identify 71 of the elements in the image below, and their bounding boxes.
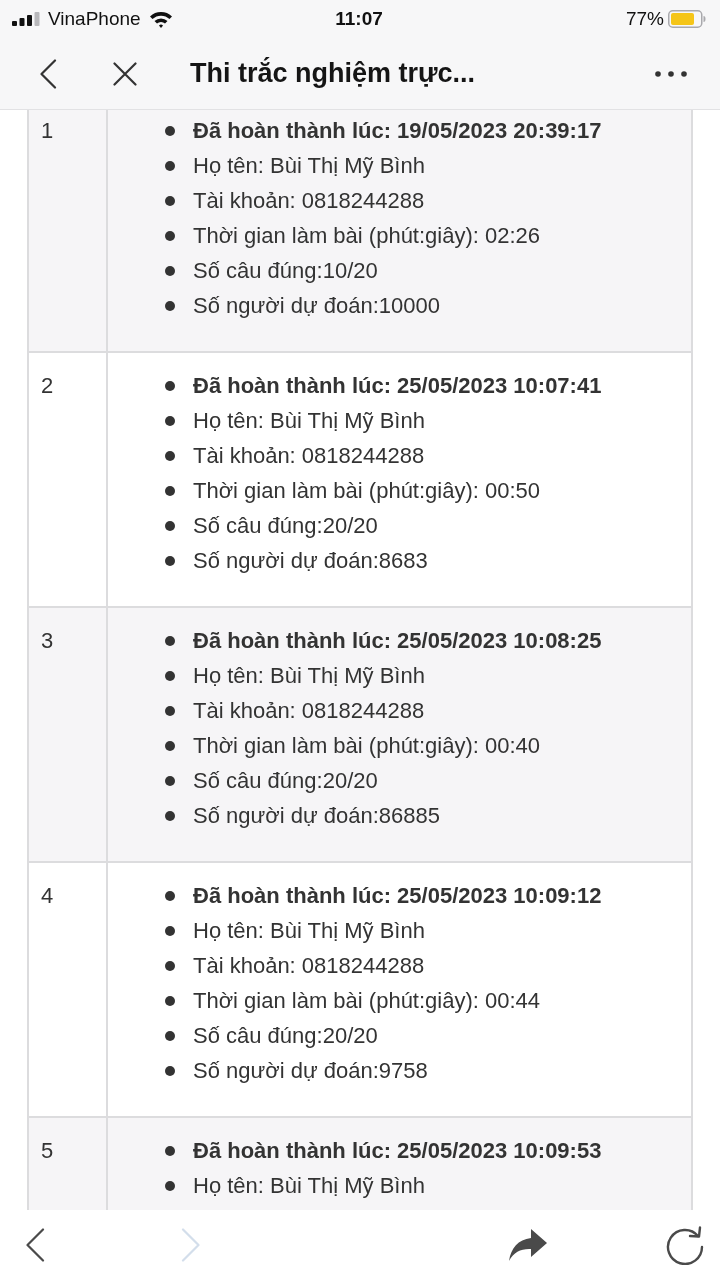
detail-text: Tài khoản: 0818244288 — [193, 442, 425, 470]
row-number: 1 — [28, 110, 107, 352]
bullet-icon — [165, 555, 175, 566]
detail-text: Họ tên: Bùi Thị Mỹ Bình — [193, 152, 425, 180]
detail-text: Họ tên: Bùi Thị Mỹ Bình — [193, 1172, 425, 1200]
detail-text: Họ tên: Bùi Thị Mỹ Bình — [193, 662, 425, 690]
page-title: Thi trắc nghiệm trực... — [190, 56, 476, 91]
detail-text: Tài khoản: 0818244288 — [193, 697, 425, 725]
close-icon — [113, 61, 137, 86]
row-number: 3 — [28, 607, 107, 862]
detail-text: Số người dự đoán:9758 — [193, 1057, 428, 1085]
completion-time: Đã hoàn thành lúc: 25/05/2023 10:08:25 — [193, 627, 602, 655]
detail-text: Số người dự đoán:86885 — [193, 802, 440, 830]
detail-text: Số câu đúng:20/20 — [193, 767, 378, 795]
row-number: 2 — [28, 352, 107, 607]
battery-icon — [668, 10, 706, 28]
detail-text: Họ tên: Bùi Thị Mỹ Bình — [193, 407, 425, 435]
completion-time: Đã hoàn thành lúc: 25/05/2023 10:07:41 — [193, 372, 602, 400]
detail-text: Số câu đúng:20/20 — [193, 1022, 378, 1050]
chevron-right-icon — [181, 1228, 201, 1262]
completion-time: Đã hoàn thành lúc: 19/05/2023 20:39:17 — [193, 117, 602, 145]
bullet-icon — [165, 810, 175, 821]
completion-time: Đã hoàn thành lúc: 25/05/2023 10:09:12 — [193, 882, 602, 910]
bullet-icon — [165, 1180, 175, 1191]
share-arrow-icon — [508, 1228, 548, 1262]
wifi-icon — [148, 10, 173, 28]
detail-text: Họ tên: Bùi Thị Mỹ Bình — [193, 917, 425, 945]
clock-time: 11:07 — [335, 6, 383, 31]
detail-text: Tài khoản: 0818244288 — [193, 187, 425, 215]
detail-text: Số câu đúng:10/20 — [193, 257, 378, 285]
bullet-icon — [165, 635, 175, 646]
carrier-name: VinaPhone — [48, 6, 141, 31]
more-icon — [655, 70, 687, 77]
bullet-icon — [165, 415, 175, 426]
bullet-icon — [165, 1030, 175, 1041]
chevron-left-icon — [39, 58, 57, 89]
bullet-icon — [165, 230, 175, 241]
detail-text: Số người dự đoán:8683 — [193, 547, 428, 575]
battery-percent: 77% — [625, 6, 664, 31]
bullet-icon — [165, 705, 175, 716]
bullet-icon — [165, 520, 175, 531]
bullet-icon — [165, 1065, 175, 1076]
bullet-icon — [165, 890, 175, 901]
bullet-icon — [165, 995, 175, 1006]
bullet-icon — [165, 160, 175, 171]
bullet-icon — [165, 485, 175, 496]
row-number: 5 — [28, 1117, 107, 1210]
completion-time: Đã hoàn thành lúc: 25/05/2023 10:09:53 — [193, 1137, 602, 1165]
row-number: 4 — [28, 862, 107, 1117]
bullet-icon — [165, 925, 175, 936]
reload-icon — [665, 1225, 705, 1265]
detail-text: Số người dự đoán:10000 — [193, 292, 440, 320]
bullet-icon — [165, 125, 175, 136]
signal-icon — [12, 12, 40, 26]
detail-text: Thời gian làm bài (phút:giây): 00:40 — [193, 732, 541, 760]
bullet-icon — [165, 265, 175, 276]
detail-text: Thời gian làm bài (phút:giây): 00:50 — [193, 477, 541, 505]
bullet-icon — [165, 960, 175, 971]
bullet-icon — [165, 300, 175, 311]
bullet-icon — [165, 775, 175, 786]
detail-text: Tài khoản: 0818244288 — [193, 952, 425, 980]
bullet-icon — [165, 670, 175, 681]
bullet-icon — [165, 1145, 175, 1156]
detail-text: Thời gian làm bài (phút:giây): 02:26 — [193, 222, 541, 250]
bullet-icon — [165, 740, 175, 751]
bullet-icon — [165, 380, 175, 391]
bullet-icon — [165, 450, 175, 461]
bullet-icon — [165, 195, 175, 206]
detail-text: Thời gian làm bài (phút:giây): 00:44 — [193, 987, 541, 1015]
chevron-left-icon — [25, 1228, 45, 1262]
detail-text: Số câu đúng:20/20 — [193, 512, 378, 540]
